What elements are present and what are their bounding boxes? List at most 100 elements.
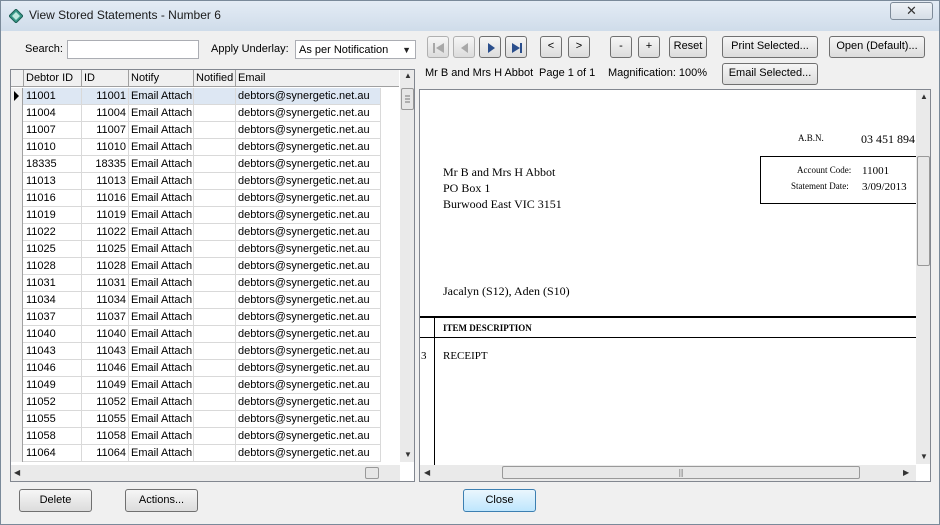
cell-email[interactable]: debtors@synergetic.net.au	[236, 343, 381, 359]
row-indicator[interactable]	[11, 207, 23, 224]
close-button[interactable]: Close	[463, 489, 536, 512]
cell-notify[interactable]: Email Attach	[129, 105, 194, 121]
header-id[interactable]: ID	[82, 70, 129, 87]
preview-horizontal-scrollbar[interactable]: ◀ ||| ▶	[420, 465, 916, 481]
header-notified[interactable]: Notified	[194, 70, 236, 87]
grid-vertical-scroll-thumb[interactable]	[401, 88, 414, 110]
zoom-out-button[interactable]: -	[610, 36, 632, 58]
preview-scroll-down-icon[interactable]: ▼	[920, 452, 928, 461]
cell-debtor-id[interactable]: 11019	[24, 207, 82, 223]
open-default-button[interactable]: Open (Default)...	[829, 36, 925, 58]
row-indicator[interactable]	[11, 343, 23, 360]
row-indicator[interactable]	[11, 241, 23, 258]
cell-debtor-id[interactable]: 11043	[24, 343, 82, 359]
delete-button[interactable]: Delete	[19, 489, 92, 512]
row-indicator[interactable]	[11, 445, 23, 462]
header-notify[interactable]: Notify	[129, 70, 194, 87]
table-row[interactable]: 11043 11043 Email Attach debtors@synergetic…	[11, 343, 381, 360]
row-indicator[interactable]	[11, 428, 23, 445]
table-row[interactable]: 11019 11019 Email Attach debtors@synergetic…	[11, 207, 381, 224]
cell-notified[interactable]	[194, 292, 236, 308]
header-debtor-id[interactable]: Debtor ID	[24, 70, 82, 87]
table-row[interactable]: 11001 11001 Email Attach debtors@synergetic…	[11, 88, 381, 105]
row-indicator[interactable]	[11, 190, 23, 207]
cell-notified[interactable]	[194, 207, 236, 223]
cell-id[interactable]: 11055	[82, 411, 129, 427]
row-indicator[interactable]	[11, 309, 23, 326]
cell-id[interactable]: 11019	[82, 207, 129, 223]
row-indicator[interactable]	[11, 156, 23, 173]
cell-notify[interactable]: Email Attach	[129, 445, 194, 461]
cell-notify[interactable]: Email Attach	[129, 241, 194, 257]
first-page-button[interactable]	[427, 36, 449, 58]
table-row[interactable]: 11058 11058 Email Attach debtors@synergetic…	[11, 428, 381, 445]
preview-scroll-right-icon[interactable]: ▶	[903, 468, 909, 477]
table-row[interactable]: 11031 11031 Email Attach debtors@synergetic…	[11, 275, 381, 292]
cell-id[interactable]: 11037	[82, 309, 129, 325]
scroll-down-icon[interactable]: ▼	[404, 450, 412, 459]
table-row[interactable]: 11046 11046 Email Attach debtors@synergetic…	[11, 360, 381, 377]
cell-notify[interactable]: Email Attach	[129, 258, 194, 274]
cell-notify[interactable]: Email Attach	[129, 224, 194, 240]
cell-notify[interactable]: Email Attach	[129, 292, 194, 308]
cell-notified[interactable]	[194, 224, 236, 240]
cell-notify[interactable]: Email Attach	[129, 343, 194, 359]
cell-notify[interactable]: Email Attach	[129, 360, 194, 376]
print-selected-button[interactable]: Print Selected...	[722, 36, 818, 58]
row-indicator[interactable]	[11, 360, 23, 377]
actions-button[interactable]: Actions...	[125, 489, 198, 512]
cell-id[interactable]: 11010	[82, 139, 129, 155]
cell-id[interactable]: 11001	[82, 88, 129, 104]
cell-notified[interactable]	[194, 309, 236, 325]
cell-debtor-id[interactable]: 11001	[24, 88, 82, 104]
cell-id[interactable]: 11028	[82, 258, 129, 274]
next-statement-button[interactable]: >	[568, 36, 590, 58]
table-row[interactable]: 11055 11055 Email Attach debtors@synergetic…	[11, 411, 381, 428]
cell-notify[interactable]: Email Attach	[129, 156, 194, 172]
cell-notify[interactable]: Email Attach	[129, 309, 194, 325]
cell-id[interactable]: 11040	[82, 326, 129, 342]
cell-notified[interactable]	[194, 88, 236, 104]
table-row[interactable]: 11007 11007 Email Attach debtors@synergetic…	[11, 122, 381, 139]
table-row[interactable]: 11013 11013 Email Attach debtors@synergetic…	[11, 173, 381, 190]
table-row[interactable]: 11034 11034 Email Attach debtors@synergetic…	[11, 292, 381, 309]
cell-email[interactable]: debtors@synergetic.net.au	[236, 139, 381, 155]
cell-debtor-id[interactable]: 11010	[24, 139, 82, 155]
cell-debtor-id[interactable]: 11013	[24, 173, 82, 189]
cell-email[interactable]: debtors@synergetic.net.au	[236, 326, 381, 342]
cell-debtor-id[interactable]: 11007	[24, 122, 82, 138]
cell-notify[interactable]: Email Attach	[129, 207, 194, 223]
cell-email[interactable]: debtors@synergetic.net.au	[236, 224, 381, 240]
cell-notified[interactable]	[194, 139, 236, 155]
preview-scroll-up-icon[interactable]: ▲	[920, 92, 928, 101]
cell-email[interactable]: debtors@synergetic.net.au	[236, 156, 381, 172]
preview-scroll-left-icon[interactable]: ◀	[424, 468, 430, 477]
cell-email[interactable]: debtors@synergetic.net.au	[236, 258, 381, 274]
cell-id[interactable]: 11022	[82, 224, 129, 240]
cell-notify[interactable]: Email Attach	[129, 173, 194, 189]
cell-notify[interactable]: Email Attach	[129, 394, 194, 410]
row-indicator[interactable]	[11, 411, 23, 428]
cell-email[interactable]: debtors@synergetic.net.au	[236, 445, 381, 461]
cell-debtor-id[interactable]: 11028	[24, 258, 82, 274]
cell-email[interactable]: debtors@synergetic.net.au	[236, 394, 381, 410]
cell-id[interactable]: 11031	[82, 275, 129, 291]
cell-notified[interactable]	[194, 411, 236, 427]
cell-debtor-id[interactable]: 11046	[24, 360, 82, 376]
reset-zoom-button[interactable]: Reset	[669, 36, 707, 58]
cell-debtor-id[interactable]: 11052	[24, 394, 82, 410]
email-selected-button[interactable]: Email Selected...	[722, 63, 818, 85]
row-indicator[interactable]	[11, 394, 23, 411]
grid-horizontal-scroll-thumb[interactable]	[365, 467, 379, 479]
cell-notified[interactable]	[194, 360, 236, 376]
cell-notify[interactable]: Email Attach	[129, 428, 194, 444]
cell-notified[interactable]	[194, 377, 236, 393]
table-row[interactable]: 11004 11004 Email Attach debtors@synergetic…	[11, 105, 381, 122]
cell-notify[interactable]: Email Attach	[129, 139, 194, 155]
row-indicator[interactable]	[11, 139, 23, 156]
cell-debtor-id[interactable]: 11058	[24, 428, 82, 444]
cell-email[interactable]: debtors@synergetic.net.au	[236, 173, 381, 189]
grid-horizontal-scrollbar[interactable]: ◀	[11, 465, 400, 481]
row-indicator[interactable]	[11, 292, 23, 309]
row-indicator[interactable]	[11, 173, 23, 190]
